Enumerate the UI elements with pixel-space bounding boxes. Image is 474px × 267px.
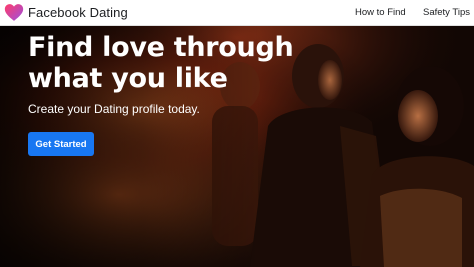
top-navbar: Facebook Dating How to Find Safety Tips	[0, 0, 474, 26]
nav-safety-tips[interactable]: Safety Tips	[423, 7, 470, 18]
hero-subtitle: Create your Dating profile today.	[28, 102, 200, 116]
hero-section: Find love through what you like Create y…	[0, 26, 474, 267]
get-started-button[interactable]: Get Started	[28, 132, 94, 156]
hero-headline: Find love through what you like	[28, 32, 294, 94]
heart-icon[interactable]	[4, 3, 24, 22]
brand-name[interactable]: Facebook Dating	[28, 5, 128, 20]
nav-how-to-find[interactable]: How to Find	[355, 7, 406, 18]
